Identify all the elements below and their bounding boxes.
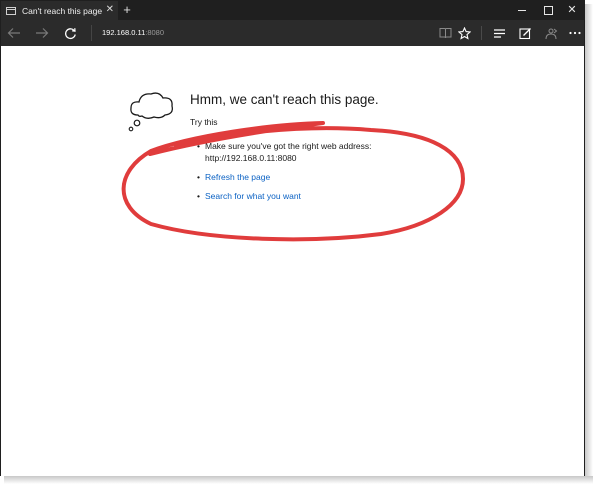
refresh-button[interactable] — [60, 20, 80, 46]
maximize-button[interactable] — [535, 1, 561, 20]
tab-close-icon[interactable]: ✕ — [106, 4, 114, 16]
reading-view-button[interactable] — [435, 20, 455, 46]
minimize-icon — [518, 10, 526, 12]
suggestion-check-address: Make sure you've got the right web addre… — [197, 140, 395, 164]
new-tab-button[interactable]: + — [119, 1, 135, 20]
web-note-button[interactable] — [515, 20, 535, 46]
search-link[interactable]: Search for what you want — [205, 191, 301, 201]
page-favicon-icon — [6, 6, 16, 15]
favorite-star-icon — [457, 26, 471, 40]
forward-button[interactable] — [32, 20, 52, 46]
refresh-page-link[interactable]: Refresh the page — [205, 172, 270, 182]
more-button[interactable] — [565, 20, 585, 46]
toolbar-divider — [481, 26, 482, 40]
web-note-icon — [518, 27, 531, 39]
address-port: :8080 — [145, 28, 165, 37]
browser-toolbar: 192.168.0.11:8080 — [1, 20, 584, 46]
red-ellipse-annotation — [121, 121, 465, 242]
tab-cant-reach[interactable]: Can't reach this page ✕ — [1, 1, 118, 20]
window-shadow-right — [585, 4, 593, 484]
address-bar[interactable]: 192.168.0.11:8080 — [91, 25, 431, 41]
maximize-icon — [543, 6, 553, 16]
more-icon — [569, 31, 581, 35]
hub-button[interactable] — [489, 20, 509, 46]
share-icon — [545, 28, 558, 39]
title-bar: Can't reach this page ✕ + ✕ — [1, 1, 584, 20]
close-window-button[interactable]: ✕ — [559, 1, 585, 20]
thought-cloud-icon — [128, 92, 173, 132]
reading-view-icon — [439, 28, 451, 39]
back-button[interactable] — [4, 20, 24, 46]
address-host: 192.168.0.11 — [102, 28, 146, 37]
suggestion-search: Search for what you want — [197, 191, 395, 201]
forward-icon — [36, 28, 49, 38]
refresh-icon — [64, 27, 76, 39]
tab-title: Can't reach this page — [22, 5, 103, 16]
suggestion-refresh: Refresh the page — [197, 172, 395, 182]
minimize-button[interactable] — [509, 1, 535, 20]
back-icon — [7, 28, 20, 38]
share-button[interactable] — [541, 20, 561, 46]
browser-window: Can't reach this page ✕ + ✕ 192.168.0.11… — [0, 0, 585, 476]
try-this-label: Try this — [190, 117, 218, 127]
page-content: Hmm, we can't reach this page. Try this … — [1, 46, 584, 476]
window-shadow-bottom — [4, 476, 593, 484]
suggestion-list: Make sure you've got the right web addre… — [197, 140, 395, 201]
favorite-button[interactable] — [454, 20, 474, 46]
hub-icon — [493, 28, 505, 38]
error-heading: Hmm, we can't reach this page. — [190, 92, 379, 107]
